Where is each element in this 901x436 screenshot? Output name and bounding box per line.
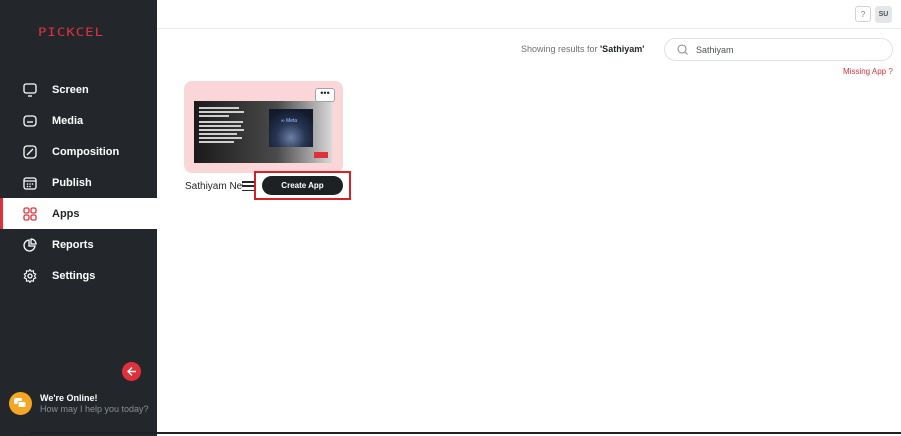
thumbnail-caption: ∞ Meta [281,118,298,124]
gear-icon [22,268,38,284]
results-query: 'Sathiyam' [600,44,645,54]
sidebar-item-label: Media [52,114,84,127]
thumbnail-text-lines [199,107,244,145]
top-bar: ? SU [157,0,901,29]
live-chat-widget[interactable]: We're Online! How may I help you today? [9,392,149,415]
bottom-divider [30,432,901,434]
chat-title: We're Online! [40,393,98,403]
sidebar-item-apps[interactable]: Apps [0,198,157,229]
sidebar-item-publish[interactable]: Publish [0,167,157,198]
media-folder-icon [22,113,38,129]
sidebar-item-settings[interactable]: Settings [0,260,157,291]
sidebar-item-label: Screen [52,83,89,96]
sidebar-item-reports[interactable]: Reports [0,229,157,260]
sidebar-item-label: Settings [52,269,96,282]
sidebar-item-composition[interactable]: Composition [0,136,157,167]
chat-subtitle: How may I help you today? [40,404,149,414]
arrow-left-icon [127,367,136,376]
sidebar-item-label: Reports [52,238,94,251]
app-name: Sathiyam News [185,181,243,192]
sidebar-item-label: Publish [52,176,92,189]
help-button[interactable]: ? [855,6,871,22]
missing-app-link[interactable]: Missing App ? [843,67,893,76]
results-prefix: Showing results for [521,44,601,54]
user-avatar[interactable]: SU [875,6,892,23]
sidebar-item-media[interactable]: Media [0,105,157,136]
chat-icon [9,392,32,415]
apps-grid-icon [22,206,38,222]
calendar-icon [22,175,38,191]
monitor-icon [22,82,38,98]
create-app-button[interactable]: Create App [262,176,343,195]
search-input[interactable] [696,44,876,55]
more-options-button[interactable]: ••• [315,88,335,102]
app-thumbnail: ∞ Meta [194,101,332,163]
menu-icon[interactable] [242,181,254,191]
search-box[interactable] [664,38,893,61]
thumbnail-logo [314,152,328,158]
sidebar-nav: Screen Media Composition Publish Apps Re… [0,74,157,291]
app-root: PICKCEL Screen Media Composition Publish… [0,0,901,436]
search-icon [677,44,688,55]
pie-chart-icon [22,237,38,253]
chat-text: We're Online! How may I help you today? [40,393,149,414]
thumbnail-image: ∞ Meta [269,109,313,147]
sidebar-item-label: Apps [52,207,80,220]
collapse-sidebar-button[interactable] [122,362,141,381]
sidebar-item-screen[interactable]: Screen [0,74,157,105]
sidebar: PICKCEL Screen Media Composition Publish… [0,0,157,436]
results-summary: Showing results for 'Sathiyam' [521,44,644,54]
brand-logo[interactable]: PICKCEL [38,27,104,40]
edit-icon [22,144,38,160]
sidebar-item-label: Composition [52,145,120,158]
